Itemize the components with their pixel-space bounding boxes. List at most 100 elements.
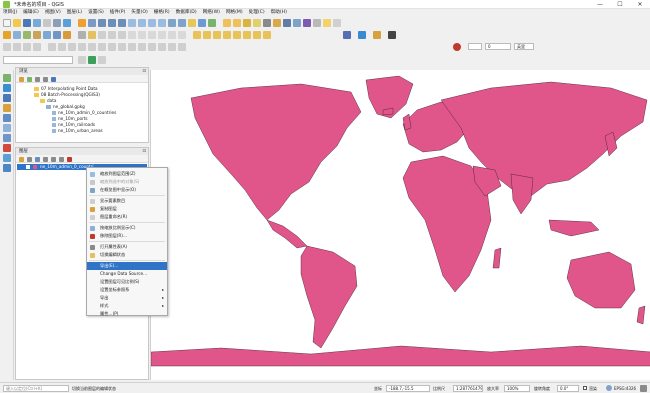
rotate-symbols-icon[interactable] xyxy=(178,43,186,51)
map-canvas[interactable] xyxy=(150,70,650,380)
context-menu-item[interactable]: 切换编辑状态 xyxy=(87,251,167,259)
refresh-browser-icon[interactable] xyxy=(27,77,32,82)
context-menu-item[interactable]: 移除图层(R)… xyxy=(87,232,167,240)
history-icon[interactable] xyxy=(98,56,106,64)
collapse-all-layers-icon[interactable] xyxy=(59,157,64,162)
magnifier-field[interactable]: 100% xyxy=(504,385,530,392)
plugin-icon[interactable] xyxy=(373,31,381,39)
context-menu-item[interactable]: 图层重命名(R) xyxy=(87,213,167,221)
crs-label[interactable]: EPSG:4326 xyxy=(614,385,636,392)
cut-features-icon[interactable] xyxy=(138,31,146,39)
delete-ring-icon[interactable] xyxy=(108,43,116,51)
label-change-icon[interactable] xyxy=(233,31,241,39)
label-toolbar-icon[interactable] xyxy=(193,31,201,39)
context-menu-item[interactable]: 导出 ▸ xyxy=(87,294,167,302)
zoom-to-selection-icon[interactable] xyxy=(138,19,146,27)
fill-ring-icon[interactable] xyxy=(98,43,106,51)
browser-item[interactable]: ne_10m_urban_areas xyxy=(52,128,103,134)
measure-line-icon[interactable] xyxy=(313,19,321,27)
refresh-icon[interactable] xyxy=(208,19,216,27)
statistical-summary-icon[interactable] xyxy=(293,19,301,27)
attribute-filter-field[interactable] xyxy=(3,56,73,64)
zoom-in-icon[interactable] xyxy=(98,19,106,27)
db-manager-icon[interactable] xyxy=(343,31,351,39)
snapping-layer-select[interactable] xyxy=(468,43,482,50)
zoom-next-icon[interactable] xyxy=(178,19,186,27)
delete-selected-icon[interactable] xyxy=(128,31,136,39)
rotate-feature-icon[interactable] xyxy=(58,43,66,51)
offset-curve-icon[interactable] xyxy=(138,43,146,51)
save-project-icon[interactable] xyxy=(23,19,31,27)
minimize-button[interactable]: — xyxy=(590,0,610,9)
digitize-pencil-icon[interactable] xyxy=(78,31,86,39)
menu-layer[interactable]: 图层(L) xyxy=(64,9,85,17)
add-ring-icon[interactable] xyxy=(78,43,86,51)
print-layout-icon[interactable] xyxy=(43,19,51,27)
context-menu-item[interactable]: 属性…(P) xyxy=(87,310,167,318)
scale-field[interactable]: 1:287761479 xyxy=(453,385,483,392)
snapping-tolerance-field[interactable]: 0 xyxy=(485,43,511,50)
add-mssql-icon[interactable] xyxy=(3,134,11,142)
show-bookmarks-icon[interactable] xyxy=(198,19,206,27)
menu-vector[interactable]: 矢量(O) xyxy=(128,9,150,17)
filter-browser-icon[interactable] xyxy=(35,77,40,82)
snapping-magnet-icon[interactable] xyxy=(453,43,461,51)
layout-manager-icon[interactable] xyxy=(53,19,61,27)
messages-icon[interactable] xyxy=(640,385,647,392)
label-rotate-icon[interactable] xyxy=(223,31,231,39)
menu-help[interactable]: 帮助(H) xyxy=(268,9,290,17)
add-postgis-icon[interactable] xyxy=(3,114,11,122)
map-tips-icon[interactable] xyxy=(323,19,331,27)
zoom-full-icon[interactable] xyxy=(128,19,136,27)
vertex-tool-icon[interactable] xyxy=(118,31,126,39)
rectangle-icon[interactable] xyxy=(23,43,31,51)
globe-icon[interactable] xyxy=(358,31,366,39)
add-vector-layer-icon[interactable] xyxy=(23,31,31,39)
add-oracle-icon[interactable] xyxy=(3,144,11,152)
layer-visibility-checkbox[interactable] xyxy=(26,165,30,169)
add-vector-icon[interactable] xyxy=(3,74,11,82)
locator-search-input[interactable]: 键入以定位(Ctrl+K) xyxy=(3,385,69,392)
circle-icon[interactable] xyxy=(13,43,21,51)
toggle-editing-icon[interactable] xyxy=(88,31,96,39)
menu-project[interactable]: 项目(J) xyxy=(0,9,20,17)
expand-all-icon[interactable] xyxy=(51,157,56,162)
delete-part-icon[interactable] xyxy=(118,43,126,51)
context-menu-item[interactable]: 缩放到图层范围(Z) xyxy=(87,170,167,178)
menu-mesh[interactable]: 网格(M) xyxy=(223,9,246,17)
sigma-icon[interactable] xyxy=(303,19,311,27)
add-raster-icon[interactable] xyxy=(3,84,11,92)
menu-web[interactable]: 网络(W) xyxy=(200,9,223,17)
identify-features-icon[interactable] xyxy=(223,19,231,27)
crs-globe-icon[interactable] xyxy=(606,385,612,391)
maximize-button[interactable]: ☐ xyxy=(610,0,630,9)
copy-features-icon[interactable] xyxy=(148,31,156,39)
digitize-shape-icon[interactable] xyxy=(3,43,11,51)
save-edits-icon[interactable] xyxy=(98,31,106,39)
coordinate-field[interactable]: -188.7,-15.5 xyxy=(386,385,430,392)
add-group-icon[interactable] xyxy=(27,157,32,162)
rotation-field[interactable]: 0.0° xyxy=(557,385,579,392)
merge-features-icon[interactable] xyxy=(158,43,166,51)
advanced-digitize-icon[interactable] xyxy=(48,43,56,51)
label-move-icon[interactable] xyxy=(213,31,221,39)
pan-to-selection-icon[interactable] xyxy=(88,19,96,27)
diagram-icon[interactable] xyxy=(253,31,261,39)
close-button[interactable]: ✕ xyxy=(630,0,650,9)
filter-icon[interactable] xyxy=(78,56,86,64)
zoom-native-icon[interactable] xyxy=(158,19,166,27)
select-features-icon[interactable] xyxy=(233,19,241,27)
layer-styling-icon[interactable] xyxy=(19,157,24,162)
run-model-icon[interactable] xyxy=(88,56,96,64)
panel-close-icon[interactable]: ⊡ xyxy=(142,148,146,155)
menu-settings[interactable]: 设置(S) xyxy=(85,9,107,17)
add-delimited-icon[interactable] xyxy=(3,104,11,112)
remove-layer-icon[interactable] xyxy=(67,157,72,162)
context-menu-item[interactable]: 设置坐标参照系 ▸ xyxy=(87,286,167,294)
context-menu-item[interactable]: 显示要素数目 xyxy=(87,197,167,205)
add-wms-icon[interactable] xyxy=(3,154,11,162)
zoom-last-icon[interactable] xyxy=(168,19,176,27)
merge-attributes-icon[interactable] xyxy=(168,43,176,51)
label-show-icon[interactable] xyxy=(243,31,251,39)
label-highlight-icon[interactable] xyxy=(263,31,271,39)
